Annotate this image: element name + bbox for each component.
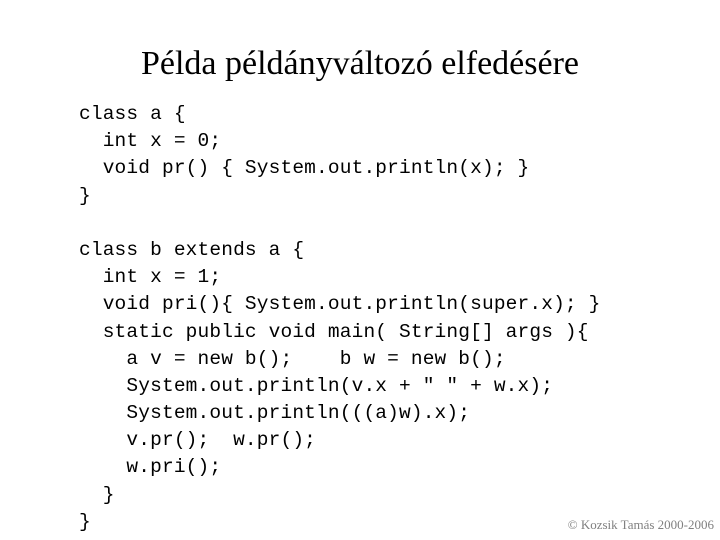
code-line: System.out.println(((a)w).x); [79, 402, 471, 425]
code-line: w.pri(); [79, 456, 222, 479]
code-line: } [79, 483, 115, 506]
code-line: int x = 0; [79, 130, 222, 153]
code-line: static public void main( String[] args )… [79, 320, 589, 343]
code-line: int x = 1; [79, 266, 222, 289]
code-line: void pr() { System.out.println(x); } [79, 157, 530, 180]
code-line: class a { [79, 103, 186, 125]
presentation-slide: Példa példányváltozó elfedésére class a … [0, 0, 720, 540]
code-line: class b extends a { [79, 238, 305, 261]
code-block: class a { int x = 0; void pr() { System.… [79, 101, 600, 536]
code-line: a v = new b(); b w = new b(); [79, 347, 506, 370]
page-title: Példa példányváltozó elfedésére [140, 45, 579, 82]
code-line: void pri(){ System.out.println(super.x);… [79, 293, 601, 316]
footer-copyright: © Kozsik Tamás 2000-2006 [567, 517, 714, 532]
code-line: System.out.println(v.x + " " + w.x); [79, 374, 554, 397]
code-line: } [79, 184, 91, 207]
code-line: } [79, 510, 91, 533]
code-line: v.pr(); w.pr(); [79, 429, 317, 452]
